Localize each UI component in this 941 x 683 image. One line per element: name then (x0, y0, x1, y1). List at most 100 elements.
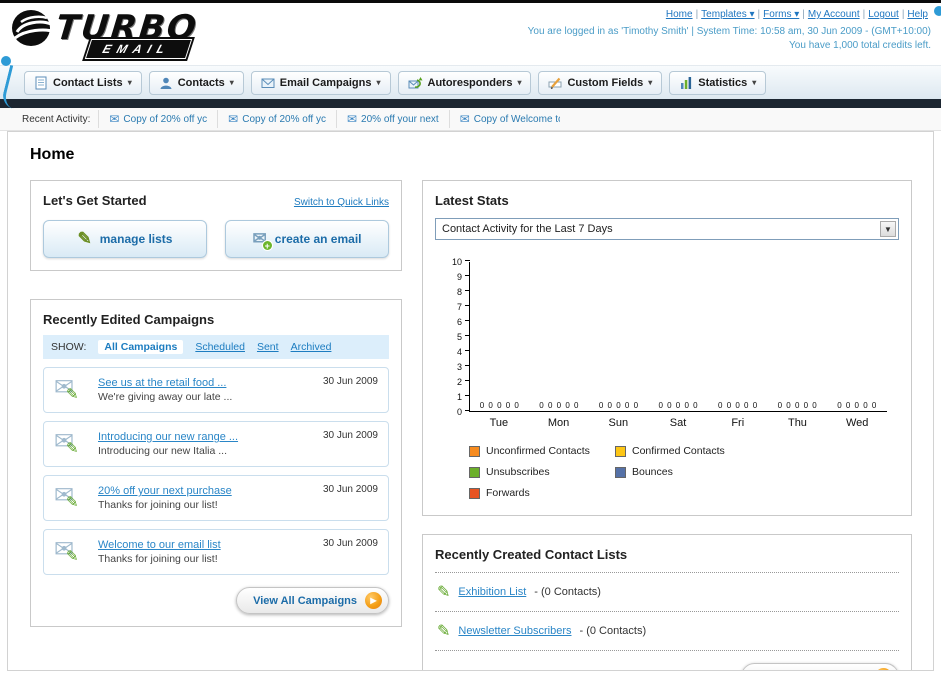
y-tick-mark (465, 380, 470, 381)
credits-info: You have 1,000 total credits left. (789, 40, 931, 51)
campaign-filters: SHOW: All Campaigns Scheduled Sent Archi… (43, 335, 389, 359)
y-tick-mark (465, 290, 470, 291)
view-all-campaigns-button[interactable]: View All Campaigns ▶ (236, 587, 389, 614)
recent-activity-text: Copy of Welcome tc (473, 113, 560, 125)
campaign-title-link[interactable]: 20% off your next purchase (98, 485, 232, 497)
campaign-item[interactable]: ✉ ✎ Introducing our new range ... Introduci… (43, 421, 389, 467)
contact-list-item[interactable]: ✎ Exhibition List - (0 Contacts) (435, 573, 899, 612)
top-link-home[interactable]: Home (666, 9, 693, 20)
nav-separator: | (757, 9, 761, 20)
recent-activity-text: 20% off your next (361, 113, 439, 125)
tab-autoresponders[interactable]: Autoresponders ▾ (397, 70, 532, 95)
tab-statistics[interactable]: Statistics ▾ (669, 70, 767, 95)
manage-lists-button[interactable]: ✎ manage lists (43, 220, 207, 258)
logo-swirl-icon (12, 10, 56, 46)
pencil-icon: ✎ (77, 229, 92, 248)
contact-lists-list: ✎ Exhibition List - (0 Contacts) ✎ Newslette… (435, 572, 899, 651)
campaign-item[interactable]: ✉ ✎ See us at the retail food ... We're giv… (43, 367, 389, 413)
top-link-my-account[interactable]: My Account (808, 9, 860, 20)
envelope-icon: ✉ (228, 112, 239, 126)
stats-period-value: Contact Activity for the Last 7 Days (442, 223, 613, 235)
contact-list-link[interactable]: Exhibition List (458, 586, 526, 598)
bar-value-labels: 0 0 0 0 0 (598, 401, 640, 410)
y-tick-label: 1 (456, 392, 462, 402)
y-tick-label: 6 (456, 317, 462, 327)
logo-subtext: EMAIL (84, 39, 193, 59)
recent-activity-bar: Recent Activity: ✉ Copy of 20% off yc ✉ Cop… (0, 108, 941, 131)
campaign-title-link[interactable]: See us at the retail food ... (98, 377, 232, 389)
pencil-icon: ✎ (66, 494, 79, 511)
y-tick-label: 4 (456, 347, 462, 357)
y-tick-label: 10 (451, 257, 462, 267)
contact-list-link[interactable]: Newsletter Subscribers (458, 625, 571, 637)
contact-activity-chart: 0 1 2 3 4 5 6 7 8 9 10 0 0 0 0 00 0 0 0 00 0 0 0 0… (435, 257, 899, 417)
campaigns-title: Recently Edited Campaigns (43, 312, 215, 327)
y-tick-mark (465, 350, 470, 351)
top-link-templates[interactable]: Templates ▾ (701, 9, 754, 20)
envelope-plus-icon: ✉ + (253, 229, 273, 251)
campaigns-panel: Recently Edited Campaigns SHOW: All Camp… (30, 299, 402, 627)
stats-period-select[interactable]: Contact Activity for the Last 7 Days ▼ (435, 218, 899, 240)
y-tick-mark (465, 305, 470, 306)
create-email-label: create an email (274, 232, 362, 246)
chart-plot-area: 0 0 0 0 0 0 0 0 0 0 0 0 0 0 0 0 0 0 0 0 0 0 … (465, 260, 887, 412)
chevron-down-icon: ▾ (648, 78, 653, 87)
y-tick-label: 5 (456, 332, 462, 342)
tab-contacts[interactable]: Contacts ▾ (148, 70, 244, 95)
y-tick-label: 8 (456, 287, 462, 297)
campaign-subtitle: We're giving away our late ... (98, 391, 233, 403)
filter-sent[interactable]: Sent (257, 341, 279, 353)
legend-swatch (615, 445, 626, 457)
campaign-title-link[interactable]: Introducing our new range ... (98, 431, 238, 443)
legend-swatch (615, 466, 626, 478)
campaign-item-body: See us at the retail food ... We're givin… (98, 377, 232, 403)
see-all-contact-lists-label: See All Contact Lists (758, 671, 867, 672)
recent-activity-item[interactable]: ✉ Copy of 20% off yc (98, 110, 217, 128)
campaign-title-link[interactable]: Welcome to our email list (98, 539, 221, 551)
x-axis-label: Thu (787, 417, 807, 429)
contact-list-count: - (0 Contacts) (534, 586, 601, 598)
tab-email-campaigns[interactable]: Email Campaigns ▾ (250, 70, 391, 95)
tab-label: Contact Lists (53, 76, 123, 89)
filter-archived[interactable]: Archived (291, 341, 332, 353)
recent-activity-text: Copy of 20% off yc (123, 113, 208, 125)
show-label: SHOW: (51, 341, 87, 353)
y-tick-mark (465, 260, 470, 261)
left-column: Let's Get Started Switch to Quick Links … (30, 180, 402, 627)
contact-list-item[interactable]: ✎ Newsletter Subscribers - (0 Contacts) (435, 612, 899, 651)
see-all-contact-lists-button[interactable]: See All Contact Lists ▶ (740, 663, 899, 672)
recent-activity-item[interactable]: ✉ 20% off your next (335, 110, 449, 128)
main-content: Home Let's Get Started Switch to Quick L… (7, 131, 934, 671)
tab-custom-fields[interactable]: Custom Fields ▾ (538, 70, 663, 95)
filter-scheduled[interactable]: Scheduled (195, 341, 245, 353)
y-tick-mark (465, 275, 470, 276)
bar-value-labels: 0 0 0 0 0 (777, 401, 818, 410)
contact-lists-icon (35, 76, 47, 89)
top-nav: Home | Templates ▾ | Forms ▾ | My Account | Logo… (528, 9, 931, 20)
recent-activity-item[interactable]: ✉ Copy of Welcome tc (448, 110, 570, 128)
tab-contact-lists[interactable]: Contact Lists ▾ (24, 70, 142, 95)
y-tick-label: 0 (456, 407, 462, 417)
arrow-right-icon: ▶ (365, 592, 382, 609)
top-link-logout[interactable]: Logout (868, 9, 899, 20)
page-title: Home (30, 146, 75, 163)
switch-quick-links-link[interactable]: Switch to Quick Links (294, 197, 389, 208)
campaign-item[interactable]: ✉ ✎ Welcome to our email list Thanks for jo… (43, 529, 389, 575)
legend-item-bounces: Bounces (615, 466, 755, 478)
app-logo[interactable]: TURBO EMAIL (10, 7, 260, 61)
nav-divider-bar (0, 99, 941, 108)
legend-label: Bounces (632, 466, 673, 478)
filter-all-campaigns[interactable]: All Campaigns (98, 340, 184, 354)
top-link-help[interactable]: Help (907, 9, 928, 20)
tab-label: Autoresponders (427, 76, 513, 89)
legend-swatch (469, 487, 480, 499)
top-link-forms[interactable]: Forms ▾ (763, 9, 799, 20)
header-right: Home | Templates ▾ | Forms ▾ | My Account | Logo… (528, 7, 931, 65)
create-email-button[interactable]: ✉ + create an email (225, 220, 389, 258)
y-tick-label: 2 (456, 377, 462, 387)
campaign-item-body: Welcome to our email list Thanks for join… (98, 539, 221, 565)
recent-activity-item[interactable]: ✉ Copy of 20% off yc (217, 110, 336, 128)
legend-item-forwards: Forwards (469, 487, 609, 499)
y-tick-mark (465, 410, 470, 411)
campaign-item[interactable]: ✉ ✎ 20% off your next purchase Thanks for j… (43, 475, 389, 521)
